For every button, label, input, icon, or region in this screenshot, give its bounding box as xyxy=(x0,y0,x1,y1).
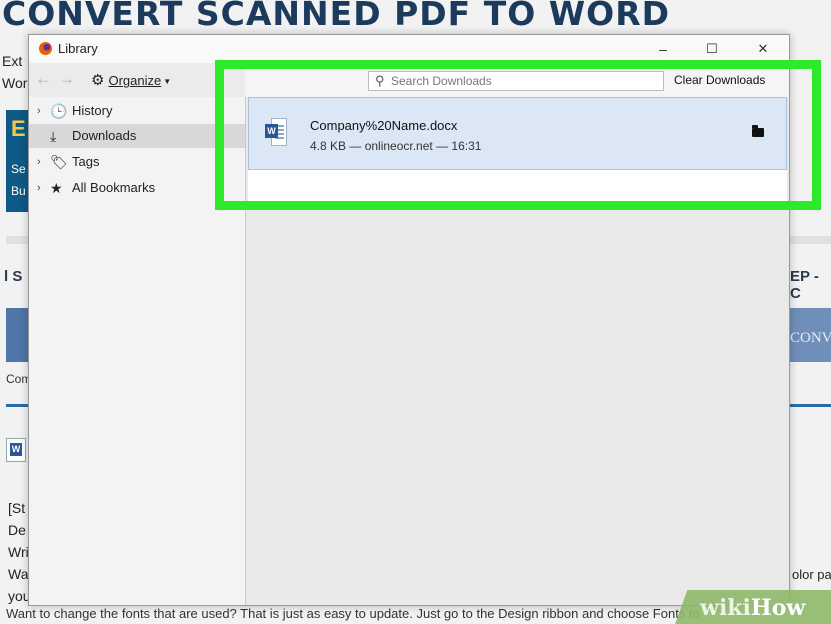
bg-section-heading: EP - C xyxy=(790,268,819,302)
downloads-list: W Company%20Name.docx 4.8 KB — onlineocr… xyxy=(248,97,787,209)
bg-section-heading: l S xyxy=(4,268,23,285)
expand-icon[interactable]: › xyxy=(37,176,41,200)
expand-icon[interactable]: › xyxy=(37,99,41,123)
sidebar-item-all-bookmarks[interactable]: › ★ All Bookmarks xyxy=(29,176,245,200)
sidebar-item-label: Downloads xyxy=(72,128,137,143)
sidebar: › 🕒 History ⤓ Downloads › 🏷 Tags › ★ All… xyxy=(29,97,246,605)
expand-icon[interactable]: › xyxy=(37,150,41,174)
tag-icon: 🏷 xyxy=(50,154,68,170)
organize-label: Organize xyxy=(108,73,162,88)
sidebar-item-label: History xyxy=(72,103,113,118)
bg-promo-line: Bu xyxy=(11,184,26,198)
search-downloads-field[interactable]: ⚲ xyxy=(368,71,664,91)
bg-text-fragment: Wa xyxy=(8,566,29,582)
chevron-down-icon: ▼ xyxy=(163,77,172,87)
sidebar-item-history[interactable]: › 🕒 History xyxy=(29,99,245,123)
minimize-button[interactable]: – xyxy=(649,39,677,59)
word-document-icon: W xyxy=(265,118,287,146)
title-bar[interactable]: Library – ☐ ✕ xyxy=(29,35,789,63)
clear-downloads-button[interactable]: Clear Downloads xyxy=(674,73,765,87)
sidebar-item-downloads[interactable]: ⤓ Downloads xyxy=(29,124,245,148)
bg-text-fragment: De xyxy=(8,522,26,538)
sidebar-item-label: Tags xyxy=(72,154,100,169)
bg-banner xyxy=(6,308,30,362)
library-window: Library – ☐ ✕ ← → ⚙ Organize ▼ › 🕒 History… xyxy=(28,34,790,606)
search-icon: ⚲ xyxy=(375,73,385,88)
maximize-button[interactable]: ☐ xyxy=(698,39,726,59)
download-details: 4.8 KB — onlineocr.net — 16:31 xyxy=(310,139,482,153)
organize-button[interactable]: ⚙ Organize ▼ xyxy=(91,71,171,89)
bg-divider xyxy=(790,404,831,407)
word-icon: W xyxy=(6,438,26,462)
gear-icon: ⚙ xyxy=(91,72,105,89)
bg-bottom-text: Want to change the fonts that are used? … xyxy=(6,606,700,621)
window-title: Library xyxy=(58,41,98,56)
bg-banner-right: CONV xyxy=(790,308,831,362)
sidebar-item-tags[interactable]: › 🏷 Tags xyxy=(29,150,245,174)
bg-text-fragment: Wri xyxy=(8,544,29,560)
wikihow-watermark: wikiHow xyxy=(700,595,806,621)
download-filename: Company%20Name.docx xyxy=(310,118,458,133)
search-input[interactable] xyxy=(391,73,651,89)
page-title: CONVERT SCANNED PDF TO WORD xyxy=(2,0,671,33)
close-button[interactable]: ✕ xyxy=(749,39,777,59)
clock-icon: 🕒 xyxy=(50,103,68,119)
back-arrow-icon[interactable]: ← xyxy=(35,69,52,89)
forward-arrow-icon[interactable]: → xyxy=(58,69,75,89)
bg-promo-line: Se xyxy=(11,162,26,176)
folder-icon[interactable] xyxy=(752,125,764,137)
download-icon: ⤓ xyxy=(50,128,57,144)
bg-text-fragment: Ext xyxy=(2,53,23,69)
bg-text-fragment: [St xyxy=(8,500,26,516)
bg-text-fragment: Wor xyxy=(2,75,28,91)
bg-divider xyxy=(6,404,30,407)
bg-promo-box: E Se Bu xyxy=(6,110,30,212)
firefox-icon xyxy=(39,42,52,55)
sidebar-item-label: All Bookmarks xyxy=(72,180,156,195)
star-icon: ★ xyxy=(50,180,63,196)
bg-promo-letter: E xyxy=(11,116,26,141)
bg-text-fragment: olor pa xyxy=(792,567,831,582)
download-item[interactable]: W Company%20Name.docx 4.8 KB — onlineocr… xyxy=(248,97,787,170)
